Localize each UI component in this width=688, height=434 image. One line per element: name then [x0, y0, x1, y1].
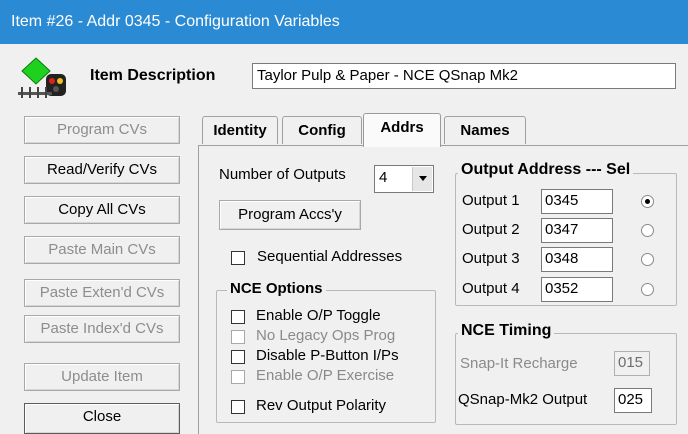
output-3-select-radio[interactable]: [641, 253, 654, 266]
output-4-select-radio[interactable]: [641, 283, 654, 296]
output-3-address-input[interactable]: 0348: [541, 247, 613, 272]
enable-op-exercise-checkbox[interactable]: [231, 370, 245, 384]
no-legacy-ops-prog-checkbox[interactable]: [231, 330, 245, 344]
rev-output-polarity-label: Rev Output Polarity: [256, 397, 387, 414]
number-of-outputs-value: 4: [379, 169, 388, 186]
output-1-select-radio[interactable]: [641, 195, 654, 208]
qsnap-mk2-output-label: QSnap-Mk2 Output: [458, 391, 588, 408]
enable-op-toggle-label: Enable O/P Toggle: [256, 307, 381, 324]
number-of-outputs-label: Number of Outputs: [219, 166, 346, 183]
chevron-down-icon[interactable]: [412, 167, 432, 191]
qsnap-mk2-output-input[interactable]: 025: [614, 388, 652, 413]
no-legacy-ops-prog-label: No Legacy Ops Prog: [256, 327, 396, 344]
tab-addrs[interactable]: Addrs: [363, 113, 441, 147]
program-accsy-button[interactable]: Program Accs'y: [219, 200, 361, 230]
update-item-button[interactable]: Update Item: [24, 363, 180, 391]
disable-p-button-checkbox[interactable]: [231, 350, 245, 364]
output-2-select-radio[interactable]: [641, 224, 654, 237]
tab-identity[interactable]: Identity: [202, 116, 278, 144]
output-4-label: Output 4: [462, 280, 520, 297]
output-3-label: Output 3: [462, 250, 520, 267]
tab-names[interactable]: Names: [444, 116, 526, 144]
rev-output-polarity-checkbox[interactable]: [231, 400, 245, 414]
output-1-label: Output 1: [462, 192, 520, 209]
read-verify-cvs-button[interactable]: Read/Verify CVs: [24, 156, 180, 184]
sequential-addresses-label: Sequential Addresses: [257, 248, 403, 265]
output-address-title: Output Address --- Sel: [458, 161, 634, 179]
output-2-address-input[interactable]: 0347: [541, 218, 613, 243]
sequential-addresses-checkbox[interactable]: [231, 251, 245, 265]
enable-op-toggle-checkbox[interactable]: [231, 310, 245, 324]
signal-crossing-icon: [18, 57, 66, 98]
number-of-outputs-dropdown[interactable]: 4: [374, 165, 434, 193]
item-description-input[interactable]: Taylor Pulp & Paper - NCE QSnap Mk2: [252, 63, 676, 89]
program-cvs-button[interactable]: Program CVs: [24, 116, 180, 144]
tab-config[interactable]: Config: [282, 116, 362, 144]
close-button[interactable]: Close: [24, 403, 180, 434]
window-title: Item #26 - Addr 0345 - Configuration Var…: [11, 13, 340, 30]
output-1-address-input[interactable]: 0345: [541, 189, 613, 214]
snap-it-recharge-input[interactable]: 015: [614, 351, 650, 376]
nce-options-title: NCE Options: [227, 280, 326, 297]
output-4-address-input[interactable]: 0352: [541, 277, 613, 302]
paste-indexd-cvs-button[interactable]: Paste Index'd CVs: [24, 315, 180, 343]
snap-it-recharge-label: Snap-It Recharge: [460, 355, 578, 372]
paste-main-cvs-button[interactable]: Paste Main CVs: [24, 236, 180, 264]
window-title-bar[interactable]: Item #26 - Addr 0345 - Configuration Var…: [0, 0, 688, 44]
output-2-label: Output 2: [462, 221, 520, 238]
item-description-label: Item Description: [90, 67, 216, 84]
copy-all-cvs-button[interactable]: Copy All CVs: [24, 196, 180, 224]
enable-op-exercise-label: Enable O/P Exercise: [256, 367, 395, 384]
nce-timing-title: NCE Timing: [458, 322, 555, 340]
disable-p-button-label: Disable P-Button I/Ps: [256, 347, 399, 364]
paste-extend-cvs-button[interactable]: Paste Exten'd CVs: [24, 279, 180, 307]
